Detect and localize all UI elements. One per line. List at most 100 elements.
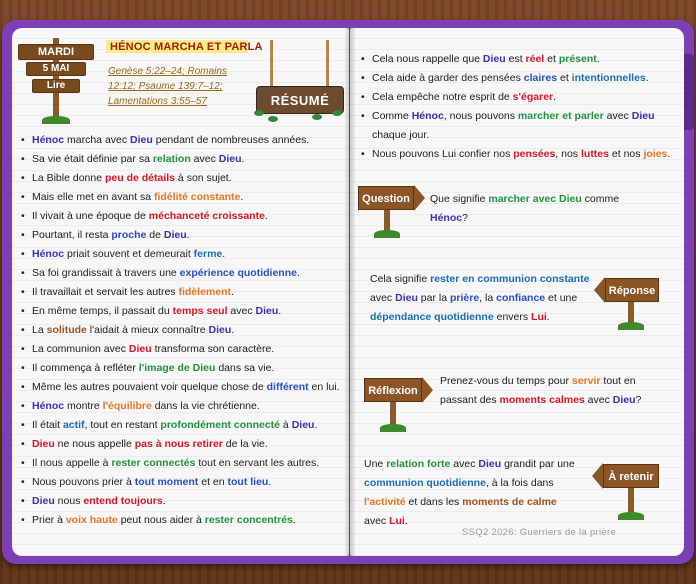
keyword: confiance: [496, 292, 546, 304]
text-segment: En même temps, il passait du: [32, 305, 173, 317]
resume-sign: RÉSUMÉ: [252, 40, 348, 130]
summary-bullet: Cela aide à garder des pensées claires e…: [360, 69, 670, 88]
arrow-tip: [422, 377, 433, 403]
keyword: pas à nous retirer: [134, 438, 223, 450]
text-segment: La communion avec: [32, 343, 129, 355]
keyword: tout lieu: [227, 476, 269, 488]
scripture-references[interactable]: Genèse 5:22–24; Romains 12:12; Psaume 13…: [108, 64, 258, 109]
takeaway-label: À retenir: [603, 464, 659, 488]
text-line: communion quotidienne, à la fois dans: [364, 474, 575, 493]
keyword: marcher avec Dieu: [488, 193, 582, 205]
text-segment: .: [292, 514, 296, 526]
text-segment: Sa vie était définie par sa: [32, 153, 153, 165]
keyword: s'égarer: [512, 91, 554, 103]
text-line: Hénoc?: [430, 209, 619, 228]
text-segment: marcha avec: [64, 134, 131, 146]
day-plank: MARDI: [18, 44, 94, 60]
read-plank: Lire: [32, 79, 80, 93]
keyword: moments de calme: [462, 496, 557, 508]
keyword: pensées: [513, 148, 556, 160]
text-segment: , tout en restant: [84, 419, 161, 431]
text-segment: Même les autres pouvaient voir quelque c…: [32, 381, 267, 393]
text-segment: Cela nous rappelle que: [372, 53, 483, 65]
text-segment: et: [544, 53, 559, 65]
left-bullet-list: Hénoc marcha avec Dieu pendant de nombre…: [20, 131, 340, 530]
keyword: communion quotidienne: [364, 477, 486, 489]
lesson-title: HÉNOC MARCHA ET PARLA: [110, 41, 263, 53]
leaf: [254, 110, 264, 116]
summary-bullet: Cela nous rappelle que Dieu est réel et …: [360, 50, 670, 69]
keyword: Dieu: [482, 53, 506, 65]
reflection-signpost: Réflexion: [364, 376, 434, 432]
summary-bullet: Il commença à refléter l'image de Dieu d…: [20, 359, 340, 378]
text-segment: et en: [198, 476, 228, 488]
text-segment: Il commença à refléter: [32, 362, 139, 374]
answer-text: Cela signifie rester en communion consta…: [370, 270, 589, 327]
keyword: fidèlement: [178, 286, 231, 298]
leaf: [268, 116, 278, 122]
text-segment: .: [241, 153, 245, 165]
text-segment: Il nous appelle à: [32, 457, 112, 469]
text-segment: chaque jour.: [372, 129, 430, 141]
text-segment: .: [268, 476, 272, 488]
arrow-tip: [594, 277, 605, 303]
keyword: prière: [449, 292, 480, 304]
grass: [618, 512, 644, 520]
text-segment: à son sujet.: [175, 172, 232, 184]
text-segment: Sa foi grandissait à travers une: [32, 267, 180, 279]
summary-bullet: Dieu nous entend toujours.: [20, 492, 340, 511]
text-segment: avec: [364, 515, 390, 527]
keyword: Dieu: [478, 458, 502, 470]
keyword: Lui: [531, 311, 547, 323]
text-segment: avec: [227, 305, 256, 317]
text-line: Cela signifie rester en communion consta…: [370, 270, 589, 289]
text-segment: grandit par une: [501, 458, 575, 470]
text-segment: Cela empêche notre esprit de: [372, 91, 513, 103]
text-segment: de: [146, 229, 164, 241]
text-segment: La Bible donne: [32, 172, 105, 184]
summary-bullet: Comme Hénoc, nous pouvons marcher et par…: [360, 107, 670, 126]
keyword: rester concentrés: [204, 514, 293, 526]
text-segment: avec: [450, 458, 479, 470]
keyword: différent: [266, 381, 309, 393]
keyword: l'activité: [364, 496, 406, 508]
text-segment: Prier à: [32, 514, 66, 526]
date-plank: 5 MAI: [26, 62, 86, 76]
summary-bullet: Sa vie était définie par sa relation ave…: [20, 150, 340, 169]
keyword: voix haute: [65, 514, 118, 526]
text-segment: montre: [64, 400, 103, 412]
keyword: Dieu: [631, 110, 655, 122]
text-segment: avec: [370, 292, 396, 304]
text-segment: Il vivait à une époque de: [32, 210, 149, 222]
question-text: Que signifie marcher avec Dieu comme Héno…: [430, 190, 619, 228]
keyword: rester connectés: [111, 457, 196, 469]
keyword: Dieu: [291, 419, 315, 431]
rope: [270, 40, 273, 88]
text-segment: , nous pouvons: [443, 110, 518, 122]
text-segment: Que signifie: [430, 193, 489, 205]
text-segment: avec: [603, 110, 632, 122]
text-segment: .: [231, 286, 234, 298]
keyword: profondément connecté: [160, 419, 281, 431]
resume-board: RÉSUMÉ: [256, 86, 344, 114]
keyword: Dieu: [32, 438, 55, 450]
summary-bullet: Il vivait à une époque de méchanceté cro…: [20, 207, 340, 226]
text-segment: avec: [190, 153, 219, 165]
text-segment: .: [222, 248, 226, 260]
keyword: Hénoc: [32, 134, 65, 146]
summary-bullet: Hénoc montre l'équilibre dans la vie chr…: [20, 397, 340, 416]
text-segment: Cela aide à garder des pensées: [372, 72, 524, 84]
summary-bullet: La solitude l'aidait à mieux connaître D…: [20, 321, 340, 340]
keyword: peu de détails: [104, 172, 176, 184]
text-segment: .: [278, 305, 282, 317]
keyword: Dieu: [130, 134, 153, 146]
text-segment: .: [314, 419, 318, 431]
text-segment: .: [596, 53, 600, 65]
text-segment: tout en servant les autres.: [195, 457, 320, 469]
text-segment: comme: [581, 193, 620, 205]
text-segment: dans la vie chrétienne.: [151, 400, 260, 412]
text-segment: et une: [545, 292, 578, 304]
keyword: intentionnelles: [571, 72, 646, 84]
summary-bullet: Nous pouvons Lui confier nos pensées, no…: [360, 145, 670, 164]
text-segment: Nous pouvons Lui confier nos: [372, 148, 514, 160]
